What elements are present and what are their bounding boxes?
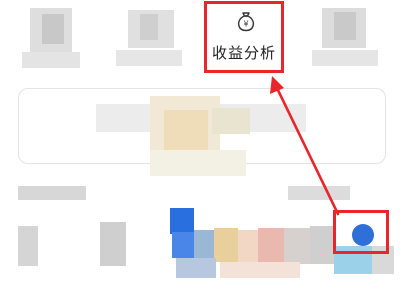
pixelated-text — [22, 52, 80, 68]
pixelated-text — [18, 186, 86, 200]
money-bag-yen-icon: ¥ — [237, 12, 255, 32]
pixelated-text — [312, 50, 378, 66]
pixelated-banner-image — [150, 150, 246, 176]
yen-glyph: ¥ — [243, 20, 248, 29]
pixelated-banner-image — [212, 108, 250, 134]
pixelated-text — [288, 186, 350, 200]
pixelated-banner-image — [164, 110, 208, 150]
revenue-analysis-shortcut[interactable]: ¥ 收益分析 — [204, 1, 284, 73]
pixelated-text — [116, 50, 182, 66]
target-highlight-box — [333, 210, 389, 254]
pixelated-icon — [140, 14, 158, 40]
pixelated-icon — [334, 12, 356, 40]
pixelated-icon — [100, 222, 126, 266]
pixelated-icon — [18, 226, 38, 266]
pixelated-icon — [42, 14, 64, 44]
revenue-analysis-label: 收益分析 — [211, 44, 276, 62]
